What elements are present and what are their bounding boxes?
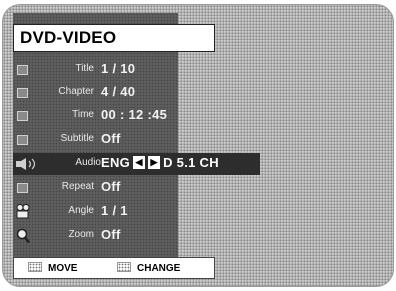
row-value: Off	[101, 227, 121, 242]
next-arrow-icon[interactable]: ▶	[148, 156, 161, 169]
menu-row-chapter[interactable]: Chapter 4 / 40	[13, 82, 253, 104]
row-label: Zoom	[68, 229, 94, 240]
row-label: Chapter	[58, 86, 94, 97]
menu-title: DVD-VIDEO	[20, 28, 117, 47]
menu-row-zoom[interactable]: Zoom Off	[13, 225, 253, 247]
camera-icon	[16, 204, 30, 219]
row-value: ENG ◀ ▶ D 5.1 CH	[101, 155, 219, 170]
zoom-icon	[16, 228, 30, 244]
move-icon	[28, 262, 42, 272]
row-label: Audio	[75, 157, 101, 168]
speaker-icon	[16, 158, 36, 170]
move-label: MOVE	[48, 263, 78, 274]
title-icon	[17, 65, 28, 75]
audio-language: ENG	[101, 155, 131, 170]
chapter-icon	[17, 88, 28, 98]
prev-arrow-icon[interactable]: ◀	[133, 156, 146, 169]
menu-row-subtitle[interactable]: Subtitle Off	[13, 129, 253, 151]
row-value: Off	[101, 131, 121, 146]
row-value: Off	[101, 179, 121, 194]
change-label: CHANGE	[137, 263, 181, 274]
subtitle-icon	[17, 135, 28, 145]
repeat-icon	[17, 183, 28, 193]
menu-row-angle[interactable]: Angle 1 / 1	[13, 201, 253, 223]
row-label: Subtitle	[60, 133, 94, 144]
audio-format: D 5.1 CH	[163, 155, 219, 170]
move-hint: MOVE	[28, 262, 77, 274]
row-value: 1 / 10	[101, 61, 136, 76]
change-hint: CHANGE	[117, 262, 180, 274]
menu-row-repeat[interactable]: Repeat Off	[13, 177, 253, 199]
row-label: Title	[75, 63, 94, 74]
row-label: Angle	[68, 205, 94, 216]
footer-bar: MOVE CHANGE	[13, 257, 215, 279]
menu-row-time[interactable]: Time 00 : 12 :45	[13, 105, 253, 127]
row-value: 4 / 40	[101, 84, 136, 99]
time-icon	[17, 111, 28, 121]
row-value: 00 : 12 :45	[101, 107, 168, 122]
tv-screen: DVD-VIDEO Title 1 / 10 Chapter 4 / 40 Ti…	[2, 4, 394, 287]
change-icon	[117, 262, 131, 272]
menu-row-audio[interactable]: Audio ENG ◀ ▶ D 5.1 CH	[13, 153, 260, 175]
row-value: 1 / 1	[101, 203, 128, 218]
row-label: Repeat	[61, 181, 94, 192]
menu-row-title[interactable]: Title 1 / 10	[13, 59, 253, 81]
menu-header: DVD-VIDEO	[13, 24, 215, 52]
row-label: Time	[72, 109, 94, 120]
